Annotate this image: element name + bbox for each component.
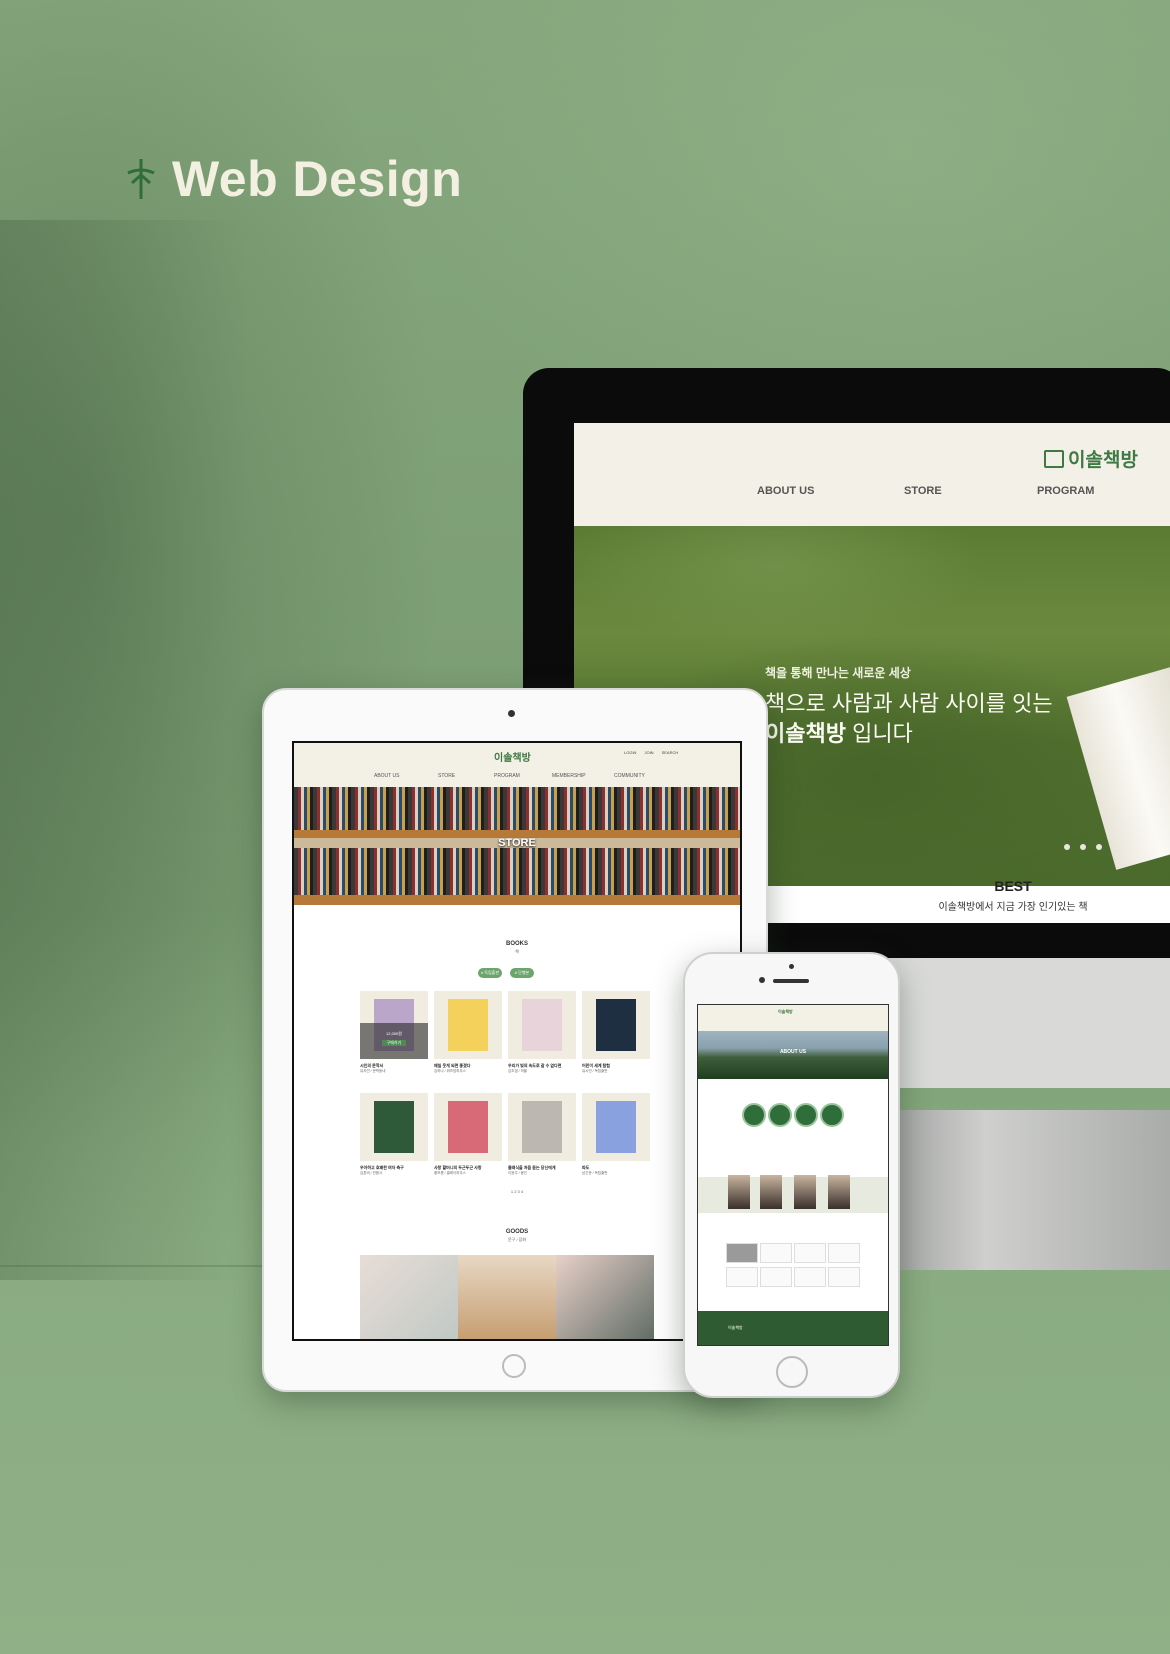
book-cover (522, 1101, 562, 1153)
partner-logo (760, 1267, 792, 1287)
book-cover (374, 1101, 414, 1153)
book-cover (448, 1101, 488, 1153)
site-header: 이솔책방 (698, 1005, 888, 1031)
site-logo[interactable]: 이솔책방 (1044, 445, 1138, 472)
home-button[interactable] (502, 1354, 526, 1378)
book-cover (522, 999, 562, 1051)
book-card[interactable] (434, 1093, 502, 1161)
hero-label: STORE (498, 837, 536, 849)
partner-logo (794, 1243, 826, 1263)
login-icon[interactable]: LOGIN (624, 750, 636, 755)
home-icon (820, 1103, 844, 1127)
open-book-image (1066, 662, 1170, 870)
book-icon (742, 1103, 766, 1127)
book-author: 김혼비 / 민음사 (360, 1171, 383, 1175)
tree-icon (127, 159, 155, 199)
site-header: 이솔책방 LOGIN JOIN SEARCH ABOUT US STORE PR… (294, 743, 740, 787)
site-header: 이솔책방 ABOUT US STORE PROGRAM (574, 423, 1170, 527)
staff-photo (794, 1175, 816, 1209)
goods-image[interactable] (360, 1255, 458, 1339)
join-icon[interactable]: JOIN (644, 750, 653, 755)
front-camera-icon (759, 977, 765, 983)
book-icon (1044, 449, 1064, 468)
staff-photo (728, 1175, 750, 1209)
book-author: 유시민 / 독립출판 (582, 1069, 608, 1073)
hero-label: ABOUT US (779, 1049, 807, 1055)
screen-icon (794, 1103, 818, 1127)
goods-image[interactable] (458, 1255, 556, 1339)
book-card[interactable] (582, 991, 650, 1059)
camera-icon (508, 710, 515, 717)
phone-screen: 이솔책방 ABOUT US 이솔책방 (697, 1004, 889, 1346)
book-card[interactable] (582, 1093, 650, 1161)
title-text: Web Design (172, 151, 463, 207)
partner-logo (794, 1267, 826, 1287)
hero-subtitle: 책을 통해 만나는 새로운 세상 (765, 666, 911, 680)
partner-logo (760, 1243, 792, 1263)
hero-headline-1: 책으로 사람과 사람 사이를 잇는 (765, 691, 1053, 716)
nav-membership[interactable]: MEMBERSHIP (552, 773, 586, 779)
filter-pill[interactable]: # 독립출판 (478, 968, 502, 978)
site-footer: 이솔책방 (698, 1311, 888, 1345)
site-logo[interactable]: 이솔책방 (494, 749, 531, 764)
staff-photo (828, 1175, 850, 1209)
camera-icon (789, 964, 794, 969)
book-author: 이윤주 / 웅진 (508, 1171, 528, 1175)
nav-store[interactable]: STORE (438, 773, 455, 779)
hero-headline-2: 이솔책방 입니다 (765, 721, 913, 746)
nav-community[interactable]: COMMUNITY (614, 773, 645, 779)
staff-section (698, 1177, 888, 1213)
book-cover (596, 1101, 636, 1153)
book-author: 황보름 / 클레이하우스 (434, 1171, 466, 1175)
pagination[interactable]: 1 2 3 4 (294, 1189, 740, 1194)
about-hero-banner: ABOUT US (698, 1031, 888, 1079)
page-title: Web Design (124, 150, 462, 208)
site-logo[interactable]: 이솔책방 (778, 1009, 793, 1015)
partner-logo (726, 1267, 758, 1287)
cup-icon (768, 1103, 792, 1127)
partner-logo (828, 1267, 860, 1287)
book-price: 12,000원 (386, 1031, 402, 1036)
nav-program[interactable]: PROGRAM (494, 773, 520, 779)
books-title: BOOKS (505, 941, 528, 947)
book-author: 김초엽 / 허블 (508, 1069, 528, 1073)
header-icons: LOGIN JOIN SEARCH (624, 750, 678, 755)
footer-logo: 이솔책방 (728, 1325, 743, 1330)
filter-pill[interactable]: # 단행본 (510, 968, 534, 978)
book-card[interactable] (360, 1093, 428, 1161)
book-author: 남긴문 / 독립출판 (582, 1171, 608, 1175)
nav-about-us[interactable]: ABOUT US (374, 773, 399, 779)
partner-logo (726, 1243, 758, 1263)
speaker-grille (773, 979, 809, 983)
phone-device: 이솔책방 ABOUT US 이솔책방 (683, 952, 900, 1398)
leaf-shadow (0, 220, 250, 1280)
goods-subtitle: 문구 / 잡화 (507, 1237, 527, 1242)
monitor-stand (853, 1110, 1170, 1270)
store-hero-banner: STORE (294, 787, 740, 905)
nav-about-us[interactable]: ABOUT US (757, 485, 814, 497)
goods-title: GOODS (505, 1229, 529, 1235)
search-icon[interactable]: SEARCH (662, 750, 679, 755)
books-subtitle: 책 (515, 949, 519, 954)
home-button[interactable] (776, 1356, 808, 1388)
tablet-screen: 이솔책방 LOGIN JOIN SEARCH ABOUT US STORE PR… (292, 741, 742, 1341)
book-cover (596, 999, 636, 1051)
carousel-dots[interactable] (1064, 844, 1102, 850)
buy-button[interactable]: 구매하기 (382, 1040, 406, 1046)
book-author: 김하나 / 위즈덤하우스 (434, 1069, 466, 1073)
partner-logo (828, 1243, 860, 1263)
staff-photo (760, 1175, 782, 1209)
book-author: 유지민 / 문학동네 (360, 1069, 386, 1073)
book-card[interactable] (508, 1093, 576, 1161)
nav-program[interactable]: PROGRAM (1037, 485, 1094, 497)
goods-image[interactable] (556, 1255, 654, 1339)
book-cover (448, 999, 488, 1051)
book-card[interactable] (508, 991, 576, 1059)
nav-store[interactable]: STORE (904, 485, 942, 497)
book-hover-overlay[interactable]: 12,000원구매하기 (360, 1023, 428, 1059)
book-card[interactable] (434, 991, 502, 1059)
